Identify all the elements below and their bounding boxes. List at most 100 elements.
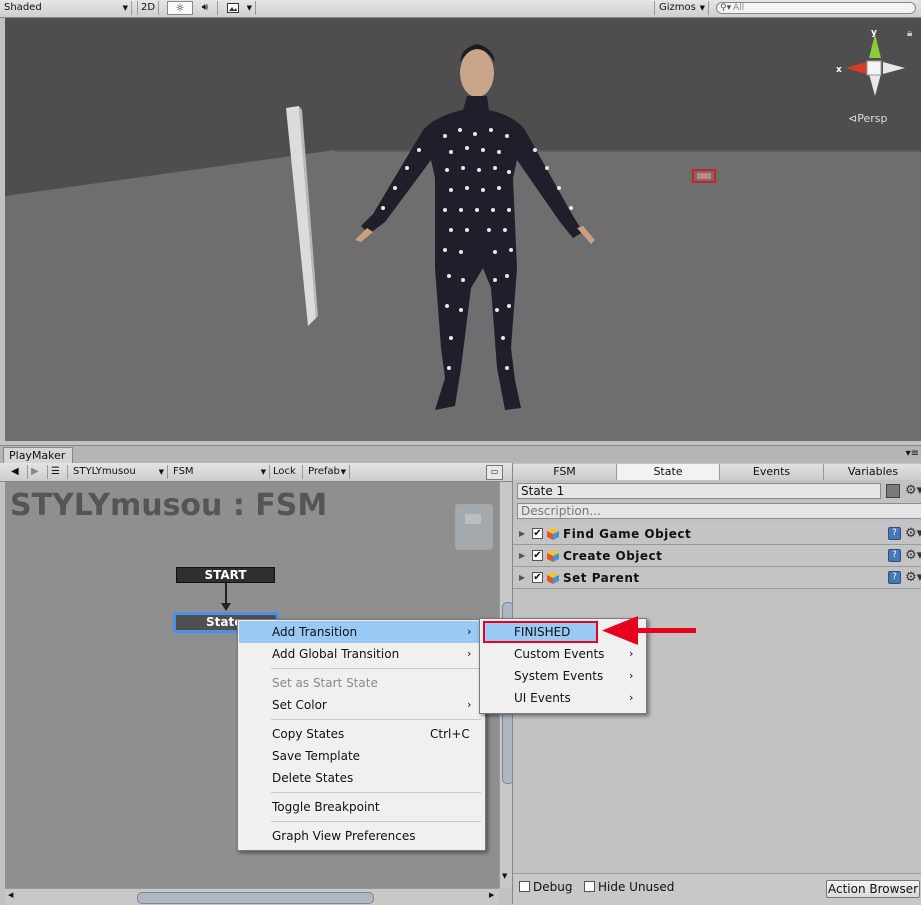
expand-triangle-icon[interactable]: ▶ [519, 573, 525, 582]
debug-label: Debug [533, 880, 573, 894]
projection-label[interactable]: ⊲Persp [848, 112, 887, 125]
menu-separator [271, 668, 481, 669]
menu-item-system-events[interactable]: System Events › [481, 665, 645, 687]
shading-mode-dropdown[interactable]: Shaded ▼ [0, 1, 132, 15]
tab-variables[interactable]: Variables [824, 464, 921, 480]
search-placeholder: All [733, 3, 745, 13]
menu-item-add-global-transition[interactable]: Add Global Transition › [239, 643, 484, 665]
description-field[interactable]: Description... [517, 503, 921, 519]
help-icon[interactable]: ? [888, 549, 901, 562]
gizmos-label: Gizmos [659, 2, 696, 13]
tab-fsm[interactable]: FSM [513, 464, 617, 480]
expand-triangle-icon[interactable]: ▶ [519, 551, 525, 560]
scene-viewport[interactable]: y x ⊲Persp 🔒︎ [5, 18, 921, 441]
submenu-arrow-icon: › [467, 647, 472, 660]
sun-icon: ☼ [175, 3, 185, 14]
menu-item-add-transition[interactable]: Add Transition › [239, 621, 484, 643]
shortcut-label: Ctrl+C [430, 727, 470, 741]
submenu-arrow-icon: › [467, 625, 472, 638]
prefab-dropdown[interactable]: Prefab ▼ [305, 465, 350, 479]
game-object-dropdown[interactable]: STYLYmusou ▼ [70, 465, 168, 479]
submenu-arrow-icon: › [467, 698, 472, 711]
action-enabled-checkbox[interactable]: ✔ [532, 572, 543, 583]
gizmos-dropdown[interactable]: Gizmos ▼ [654, 1, 709, 15]
menu-item-set-color[interactable]: Set Color › [239, 694, 484, 716]
2d-mode-button[interactable]: 2D [137, 1, 159, 15]
menu-item-set-as-start-state[interactable]: Set as Start State [239, 672, 484, 694]
lock-icon[interactable]: 🔒︎ [907, 28, 912, 39]
action-cube-icon [547, 572, 559, 584]
action-gear-icon[interactable]: ⚙▾ [905, 549, 921, 562]
character-model [355, 44, 595, 410]
state-color-swatch[interactable] [886, 484, 900, 498]
help-icon[interactable]: ? [888, 527, 901, 540]
audio-toggle[interactable]: 🔊︎ [193, 1, 218, 15]
action-name: Create Object [563, 549, 663, 563]
inspector-footer: Debug Hide Unused Action Browser [513, 873, 921, 905]
fsm-list-icon[interactable]: ☰ [48, 465, 68, 479]
search-icon: ⚲▾ [720, 3, 732, 13]
minimap-toggle-icon[interactable]: ▭ [486, 465, 503, 480]
menu-separator [271, 719, 481, 720]
start-node[interactable]: START [176, 567, 275, 583]
menu-item-finished[interactable]: FINISHED [483, 621, 598, 643]
back-button[interactable]: ◀ [8, 465, 28, 479]
horizontal-scroll-thumb[interactable] [137, 892, 374, 904]
fsm-label: FSM [173, 466, 194, 477]
minimap-icon[interactable] [455, 504, 493, 550]
window-menu-icon[interactable]: ▾≡ [906, 448, 919, 459]
prefab-label: Prefab [308, 466, 340, 477]
action-browser-button[interactable]: Action Browser [826, 880, 920, 898]
svg-text:y: y [871, 28, 877, 38]
action-enabled-checkbox[interactable]: ✔ [532, 550, 543, 561]
game-object-label: STYLYmusou [73, 466, 136, 477]
action-gear-icon[interactable]: ⚙▾ [905, 571, 921, 584]
playmaker-window-tab[interactable]: PlayMaker [3, 447, 73, 463]
action-row[interactable]: ▶ ✔ Find Game Object ? ⚙▾ [513, 523, 921, 545]
scene-toolbar: Shaded ▼ 2D ☼ 🔊︎ ▼ Gizmos ▼ ⚲▾ All [0, 0, 921, 18]
speaker-icon: 🔊︎ [201, 2, 209, 13]
hide-unused-checkbox[interactable] [584, 881, 595, 892]
debug-checkbox[interactable] [519, 881, 530, 892]
effects-dropdown[interactable]: ▼ [222, 1, 256, 15]
action-name: Set Parent [563, 571, 640, 585]
action-row[interactable]: ▶ ✔ Create Object ? ⚙▾ [513, 545, 921, 567]
graph-horizontal-scrollbar[interactable]: ◀ ▶ [5, 888, 499, 905]
forward-button[interactable]: ▶ [28, 465, 48, 479]
menu-separator [271, 821, 481, 822]
scroll-down-icon[interactable]: ▼ [502, 872, 507, 880]
scroll-right-icon[interactable]: ▶ [489, 891, 494, 899]
svg-text:x: x [836, 65, 842, 75]
action-row[interactable]: ▶ ✔ Set Parent ? ⚙▾ [513, 567, 921, 589]
expand-triangle-icon[interactable]: ▶ [519, 529, 525, 538]
menu-item-toggle-breakpoint[interactable]: Toggle Breakpoint [239, 796, 484, 818]
scroll-left-icon[interactable]: ◀ [8, 891, 13, 899]
action-gear-icon[interactable]: ⚙▾ [905, 527, 921, 540]
action-enabled-checkbox[interactable]: ✔ [532, 528, 543, 539]
tab-state[interactable]: State [617, 464, 720, 480]
menu-item-copy-states[interactable]: Copy States Ctrl+C [239, 723, 484, 745]
hide-unused-label: Hide Unused [598, 880, 675, 894]
lock-toggle[interactable]: Lock [270, 465, 303, 479]
menu-separator [271, 792, 481, 793]
pole-object [286, 106, 316, 326]
image-icon [227, 3, 239, 13]
lighting-toggle[interactable]: ☼ [167, 1, 193, 15]
orientation-gizmo: y x [836, 28, 905, 96]
menu-item-save-template[interactable]: Save Template [239, 745, 484, 767]
menu-item-ui-events[interactable]: UI Events › [481, 687, 645, 709]
menu-item-delete-states[interactable]: Delete States [239, 767, 484, 789]
action-cube-icon [547, 550, 559, 562]
tab-events[interactable]: Events [720, 464, 824, 480]
menu-item-graph-view-preferences[interactable]: Graph View Preferences [239, 825, 484, 847]
playmaker-tabbar: PlayMaker ▾≡ [0, 445, 921, 463]
shading-mode-label: Shaded [4, 2, 42, 13]
state-name-field[interactable]: State 1 [517, 483, 881, 499]
scene-search-input[interactable]: ⚲▾ All [716, 2, 916, 14]
fsm-dropdown[interactable]: FSM ▼ [170, 465, 270, 479]
state-settings-gear-icon[interactable]: ⚙▾ [905, 484, 921, 497]
playmaker-toolbar: ◀ ▶ ☰ STYLYmusou ▼ FSM ▼ Lock Prefab ▼ ▭ [0, 463, 512, 482]
state-context-menu: Add Transition › Add Global Transition ›… [237, 619, 486, 851]
submenu-arrow-icon: › [629, 691, 634, 704]
help-icon[interactable]: ? [888, 571, 901, 584]
